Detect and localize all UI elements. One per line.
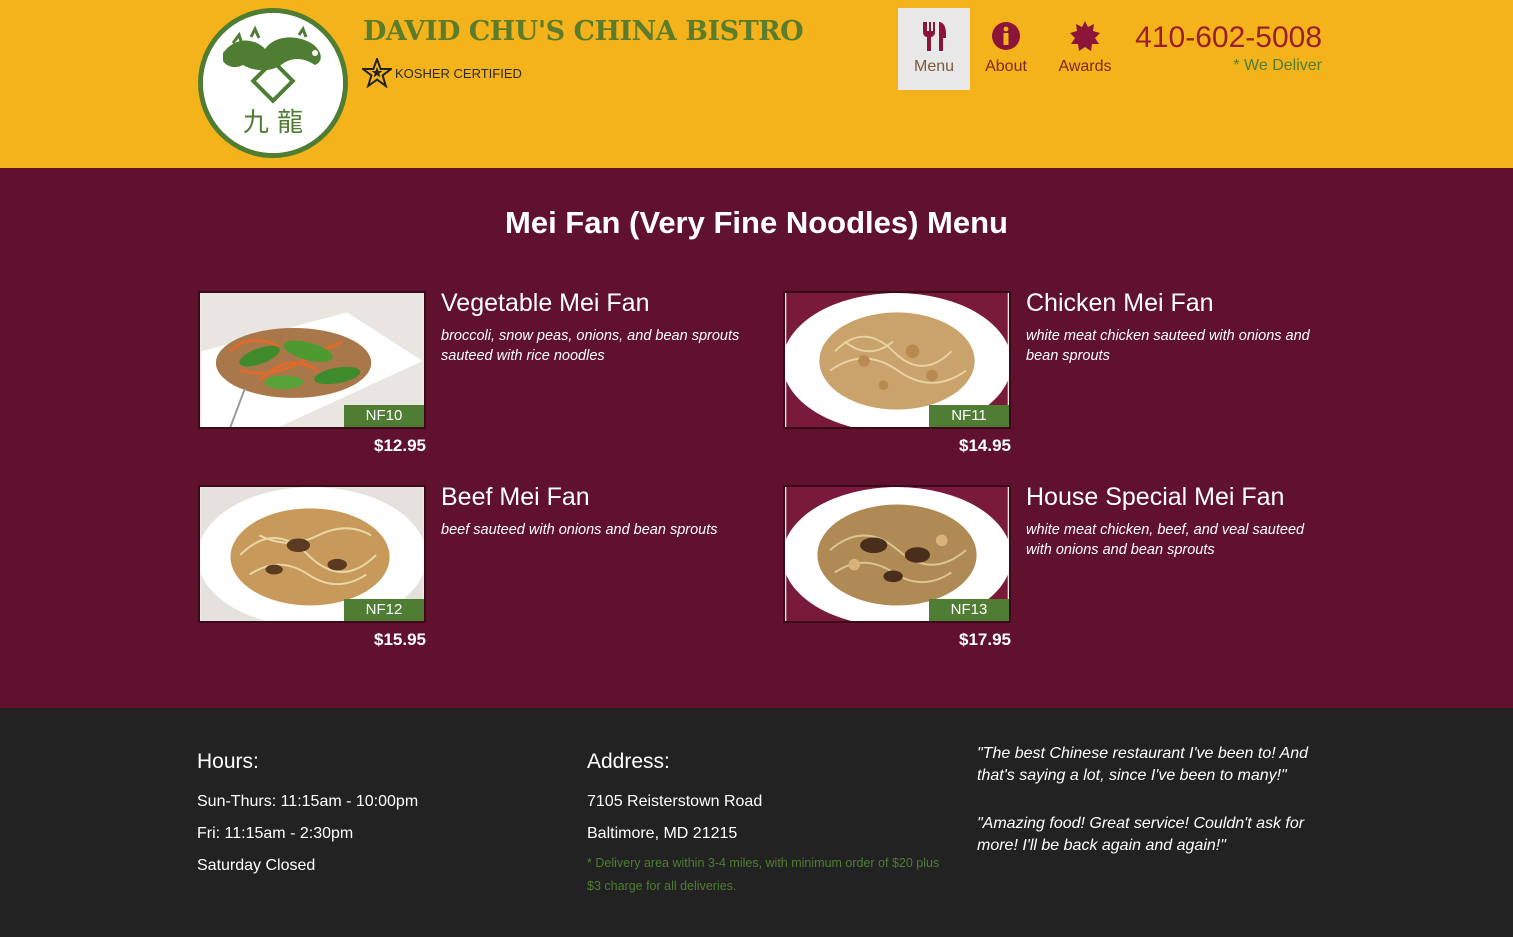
address-city[interactable]: Baltimore, MD 21215 bbox=[587, 818, 947, 850]
dish-photo[interactable]: NF12 bbox=[198, 485, 426, 623]
nav-menu[interactable]: Menu bbox=[898, 8, 970, 90]
dish-card: NF12 $15.95 Beef Mei Fan beef sauteed wi… bbox=[198, 483, 758, 655]
menu-section: Mei Fan (Very Fine Noodles) Menu NF10 $1… bbox=[0, 168, 1513, 708]
badge-icon bbox=[1070, 21, 1100, 51]
hours-section: Hours: Sun-Thurs: 11:15am - 10:00pm Fri:… bbox=[197, 750, 418, 882]
testimonial-quote: "Amazing food! Great service! Couldn't a… bbox=[977, 815, 1305, 854]
fork-knife-icon bbox=[923, 22, 946, 51]
brand-title[interactable]: DAVID CHU'S CHINA BISTRO bbox=[363, 16, 804, 47]
dish-name[interactable]: Vegetable Mei Fan bbox=[441, 289, 649, 318]
hours-line: Fri: 11:15am - 2:30pm bbox=[197, 825, 354, 842]
star-icon bbox=[362, 58, 392, 88]
dish-description: beef sauteed with onions and bean sprout… bbox=[441, 522, 718, 538]
dish-code: NF11 bbox=[929, 405, 1009, 427]
dish-code: NF12 bbox=[344, 599, 424, 621]
dish-code: NF10 bbox=[344, 405, 424, 427]
dish-card: NF10 $12.95 Vegetable Mei Fan broccoli, … bbox=[198, 289, 758, 461]
dish-name[interactable]: Beef Mei Fan bbox=[441, 483, 590, 512]
dish-photo[interactable]: NF13 bbox=[783, 485, 1011, 623]
nav-about-label: About bbox=[985, 58, 1027, 75]
address-title: Address: bbox=[587, 750, 670, 773]
main-nav: Menu About Awards bbox=[898, 8, 1128, 90]
dish-description: white meat chicken sauteed with onions a… bbox=[1026, 328, 1310, 364]
hours-title: Hours: bbox=[197, 750, 259, 773]
dish-price: $14.95 bbox=[959, 436, 1011, 455]
dish-photo[interactable]: NF11 bbox=[783, 291, 1011, 429]
nav-menu-label: Menu bbox=[913, 58, 955, 75]
phone-number[interactable]: 410-602-5008 bbox=[1135, 21, 1322, 55]
hours-line: Sun-Thurs: 11:15am - 10:00pm bbox=[197, 793, 419, 810]
address-street[interactable]: 7105 Reisterstown Road bbox=[587, 786, 947, 818]
dish-name[interactable]: House Special Mei Fan bbox=[1026, 483, 1284, 512]
dish-card: NF13 $17.95 House Special Mei Fan white … bbox=[783, 483, 1343, 655]
kosher-label: KOSHER CERTIFIED bbox=[395, 65, 522, 81]
dish-card: NF11 $14.95 Chicken Mei Fan white meat c… bbox=[783, 289, 1343, 461]
dish-price: $15.95 bbox=[374, 630, 426, 649]
dish-code: NF13 bbox=[929, 599, 1009, 621]
nav-awards-label: Awards bbox=[1058, 58, 1112, 75]
logo-characters: 九 龍 bbox=[243, 108, 303, 138]
we-deliver-note: * We Deliver bbox=[1233, 57, 1322, 74]
address-section: Address: 7105 Reisterstown Road Baltimor… bbox=[587, 750, 947, 898]
delivery-note: * Delivery area within 3-4 miles, with m… bbox=[587, 856, 940, 893]
info-icon bbox=[992, 22, 1020, 50]
site-footer: Hours: Sun-Thurs: 11:15am - 10:00pm Fri:… bbox=[0, 708, 1513, 937]
dish-description: broccoli, snow peas, onions, and bean sp… bbox=[441, 328, 740, 364]
dish-description: white meat chicken, beef, and veal saute… bbox=[1026, 522, 1305, 558]
dish-photo[interactable]: NF10 bbox=[198, 291, 426, 429]
testimonials-section: "The best Chinese restaurant I've been t… bbox=[977, 743, 1322, 857]
dish-name[interactable]: Chicken Mei Fan bbox=[1026, 289, 1214, 318]
testimonial-quote: "The best Chinese restaurant I've been t… bbox=[977, 745, 1309, 784]
dragon-logo-icon[interactable]: 九 龍 bbox=[198, 8, 348, 158]
nav-about[interactable]: About bbox=[970, 8, 1042, 90]
menu-title: Mei Fan (Very Fine Noodles) Menu bbox=[505, 205, 1008, 240]
site-header: 九 龍 DAVID CHU'S CHINA BISTRO KOSHER CERT… bbox=[0, 0, 1513, 168]
dish-price: $12.95 bbox=[374, 436, 426, 455]
kosher-badge: KOSHER CERTIFIED bbox=[362, 58, 522, 88]
dish-price: $17.95 bbox=[959, 630, 1011, 649]
nav-awards[interactable]: Awards bbox=[1042, 8, 1128, 90]
hours-line: Saturday Closed bbox=[197, 857, 316, 874]
